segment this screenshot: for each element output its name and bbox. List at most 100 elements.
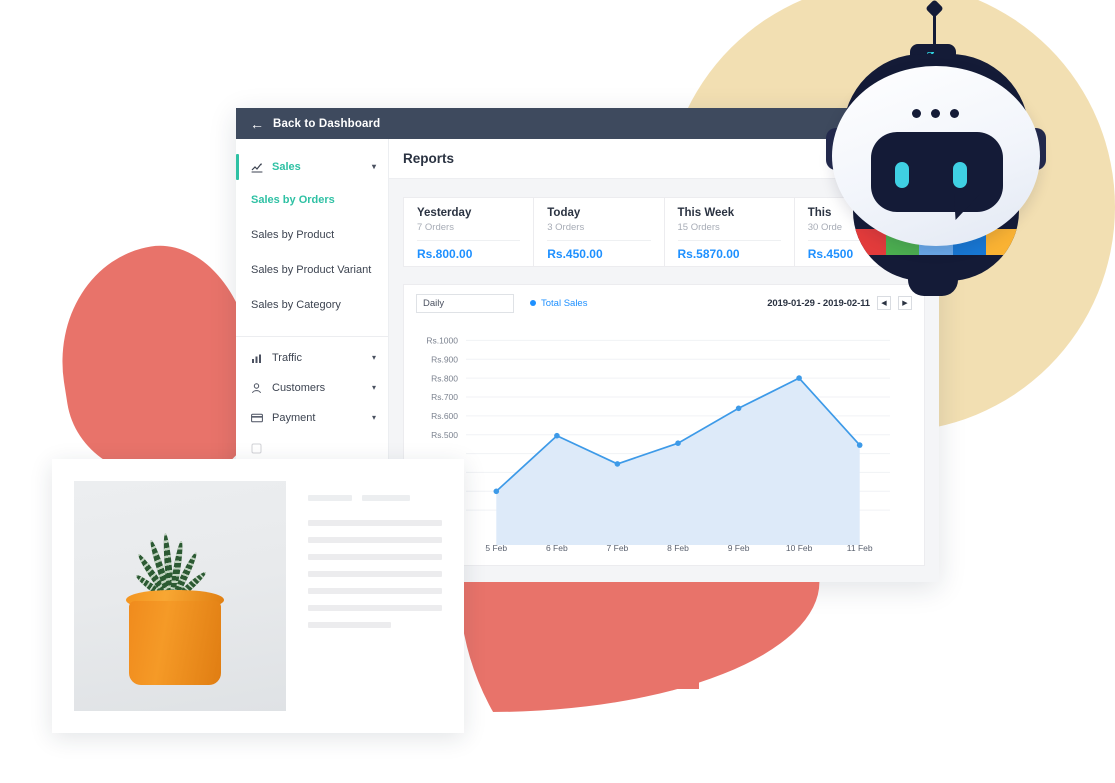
chart-data-point[interactable] xyxy=(493,488,500,495)
chart-data-point[interactable] xyxy=(675,440,681,446)
sidebar-item-sales-by-product-variant[interactable]: Sales by Product Variant xyxy=(236,252,388,287)
y-tick-label: Rs.1000 xyxy=(426,336,458,346)
skeleton-line xyxy=(308,537,442,543)
stat-card-value: Rs.5870.00 xyxy=(677,247,740,261)
total-sales-area-chart: Rs.1000 Rs.900 Rs.800 Rs.700 Rs.600 Rs.500 5 … xyxy=(426,336,890,553)
mascot-eye-right xyxy=(953,162,967,188)
period-select-value: Daily xyxy=(423,297,445,309)
legend-label: Total Sales xyxy=(541,297,588,309)
x-tick-label: 11 Feb xyxy=(847,543,873,553)
skeleton-line xyxy=(308,554,442,560)
mascot-neck xyxy=(908,268,958,296)
stat-card-this-week: This Week 15 Orders Rs.5870.00 xyxy=(665,198,795,266)
skeleton-top-row xyxy=(308,495,442,501)
product-card xyxy=(52,459,464,733)
y-tick-label: Rs.800 xyxy=(431,373,458,383)
sidebar-item-sales-by-category-label: Sales by Category xyxy=(251,298,341,311)
period-select[interactable]: Daily xyxy=(416,293,514,313)
illustration-stage: ← Back to Dashboard Sales ▾ Sales by Ord… xyxy=(0,0,1115,783)
chart-data-point[interactable] xyxy=(554,432,560,439)
sidebar-item-sales-by-orders[interactable]: Sales by Orders xyxy=(236,182,388,217)
skeleton-line xyxy=(308,571,442,577)
stat-card-orders: 7 Orders xyxy=(417,222,454,233)
stat-card-today: Today 3 Orders Rs.450.00 xyxy=(534,198,665,266)
chart-panel: Daily Total Sales 2019-01-29 - 2019-02-1… xyxy=(403,284,925,566)
person-icon xyxy=(251,382,266,394)
chart-legend[interactable]: Total Sales xyxy=(530,298,587,309)
mascot-eye-left xyxy=(895,162,909,188)
line-chart-icon xyxy=(251,162,266,173)
sidebar-item-sales-by-product-label: Sales by Product xyxy=(251,228,335,241)
stat-card-divider xyxy=(677,240,781,241)
x-tick-label: 8 Feb xyxy=(667,543,689,553)
chart-data-point[interactable] xyxy=(796,375,802,381)
stat-card-orders: 3 Orders xyxy=(547,222,585,233)
sidebar-item-traffic[interactable]: Traffic ▾ xyxy=(236,343,388,373)
sidebar-item-payment[interactable]: Payment ▾ xyxy=(236,403,388,433)
y-tick-label: Rs.700 xyxy=(431,392,458,402)
skeleton-line xyxy=(308,622,392,628)
chart-area-fill xyxy=(496,378,860,545)
chatbot-mascot: Zα xyxy=(820,0,1052,300)
sidebar-item-sales-label: Sales xyxy=(272,161,301,173)
chevron-down-icon[interactable]: ▾ xyxy=(372,414,376,422)
credit-card-icon xyxy=(251,413,266,423)
legend-dot-icon xyxy=(530,300,536,306)
y-tick-label: Rs.600 xyxy=(431,411,458,421)
sidebar-divider xyxy=(236,336,388,337)
stat-card-title: This Week xyxy=(677,207,735,219)
placeholder-icon xyxy=(251,443,266,454)
sidebar-item-sales-by-product[interactable]: Sales by Product xyxy=(236,217,388,252)
stat-card-title: Yesterday xyxy=(417,207,472,219)
skeleton-bar xyxy=(362,495,410,501)
sidebar-item-sales-by-category[interactable]: Sales by Category xyxy=(236,287,388,322)
skeleton-line xyxy=(308,520,442,526)
mascot-band-segment xyxy=(985,229,1019,255)
product-text-skeleton xyxy=(286,481,442,639)
sidebar-sales-group: Sales ▾ Sales by Orders Sales by Product… xyxy=(236,139,388,324)
face-dot-icon xyxy=(912,109,921,118)
chevron-down-icon[interactable]: ▾ xyxy=(372,354,376,362)
x-tick-label: 10 Feb xyxy=(786,543,813,553)
product-image xyxy=(74,481,286,711)
back-to-dashboard-link[interactable]: Back to Dashboard xyxy=(273,118,380,130)
sidebar-item-customers-label: Customers xyxy=(272,382,326,394)
stat-card-value: Rs.450.00 xyxy=(547,247,603,261)
face-dot-icon xyxy=(931,109,940,118)
page-title: Reports xyxy=(403,151,455,166)
chart-data-point[interactable] xyxy=(735,405,742,412)
chevron-down-icon[interactable]: ▾ xyxy=(372,163,376,171)
stat-card-title: Today xyxy=(547,207,581,219)
x-tick-label: 9 Feb xyxy=(728,543,750,553)
bar-chart-icon xyxy=(251,353,266,364)
skeleton-line xyxy=(308,588,442,594)
chevron-down-icon[interactable]: ▾ xyxy=(372,384,376,392)
y-tick-label: Rs.900 xyxy=(431,354,458,364)
antenna-tip-icon xyxy=(925,0,944,18)
y-tick-label: Rs.500 xyxy=(431,430,458,440)
chart-data-point[interactable] xyxy=(856,442,863,448)
mascot-screen xyxy=(871,132,1003,212)
chart-data-point[interactable] xyxy=(614,461,621,467)
sidebar-item-customers[interactable]: Customers ▾ xyxy=(236,373,388,403)
stat-card-yesterday: Yesterday 7 Orders Rs.800.00 xyxy=(404,198,535,266)
coral-blob-bottom-overlay xyxy=(459,582,820,712)
flower-pot xyxy=(129,601,221,685)
stat-card-orders: 15 Orders xyxy=(677,222,720,233)
x-tick-label: 7 Feb xyxy=(607,543,629,553)
face-dot-icon xyxy=(950,109,959,118)
sidebar-item-sales-by-orders-label: Sales by Orders xyxy=(251,193,335,206)
stat-card-divider xyxy=(417,240,521,241)
arrow-left-icon: ← xyxy=(250,115,264,132)
sidebar-item-sales[interactable]: Sales ▾ xyxy=(236,152,388,182)
x-tick-label: 6 Feb xyxy=(546,543,568,553)
chart-y-tick-labels: Rs.1000 Rs.900 Rs.800 Rs.700 Rs.600 Rs.500 xyxy=(426,336,458,440)
mascot-face xyxy=(832,66,1040,246)
sidebar-item-traffic-label: Traffic xyxy=(272,352,302,364)
skeleton-bar xyxy=(308,495,352,501)
sidebar-item-sales-by-product-variant-label: Sales by Product Variant xyxy=(251,263,372,276)
stat-card-value: Rs.800.00 xyxy=(417,247,473,261)
skeleton-line xyxy=(308,605,442,611)
stat-card-divider xyxy=(547,240,651,241)
sidebar-item-payment-label: Payment xyxy=(272,412,316,424)
